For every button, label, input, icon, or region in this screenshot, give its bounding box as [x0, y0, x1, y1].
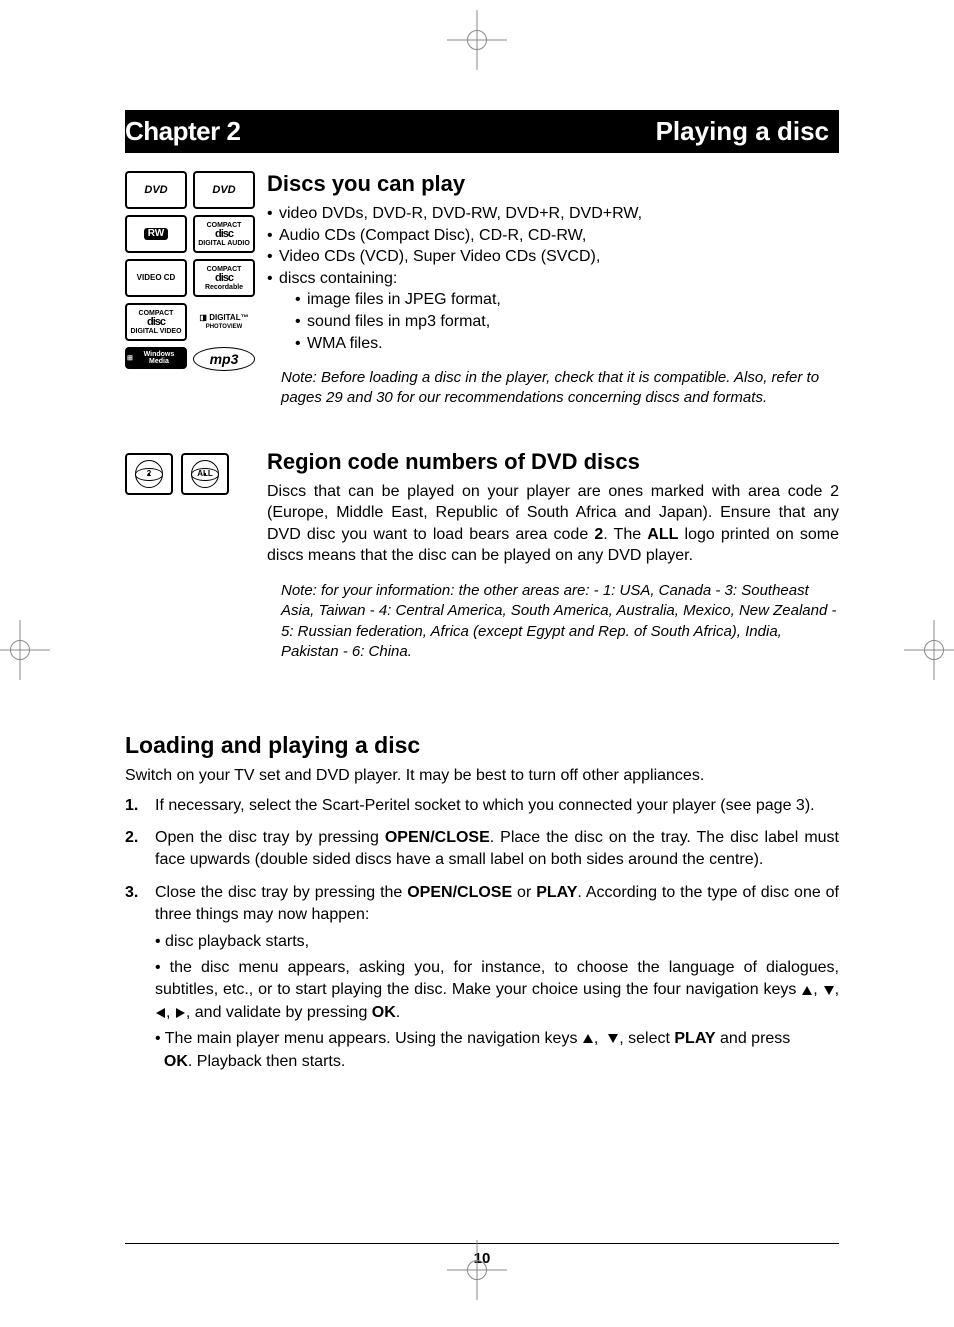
section3-intro: Switch on your TV set and DVD player. It…: [125, 765, 839, 787]
video-cd-icon: VIDEO CD: [125, 259, 187, 297]
arrow-right-icon: [176, 1008, 185, 1018]
arrow-up-icon: [802, 986, 812, 995]
step-2: Open the disc tray by pressing OPEN/CLOS…: [125, 827, 839, 872]
step-1: If necessary, select the Scart-Peritel s…: [125, 795, 839, 817]
section-loading-playing: Loading and playing a disc Switch on you…: [125, 732, 839, 1073]
format-icons-grid: DVD DVD RW COMPACTdiscDIGITAL AUDIO VIDE…: [125, 171, 255, 371]
dvd-r-icon: DVD: [193, 171, 255, 209]
arrow-down-icon: [824, 986, 834, 995]
region-icons: 2 ALL: [125, 453, 255, 495]
section2-body: Discs that can be played on your player …: [267, 481, 839, 567]
section1-body: •video DVDs, DVD-R, DVD-RW, DVD+R, DVD+R…: [267, 203, 839, 354]
dvd-video-icon: DVD: [125, 171, 187, 209]
arrow-up-icon: [583, 1034, 593, 1043]
arrow-left-icon: [156, 1008, 165, 1018]
compact-disc-recordable-icon: COMPACTdiscRecordable: [193, 259, 255, 297]
step-3: Close the disc tray by pressing the OPEN…: [125, 882, 839, 1073]
section1-note: Note: Before loading a disc in the playe…: [267, 368, 839, 409]
section-region-codes: 2 ALL Region code numbers of DVD discs D…: [125, 449, 839, 662]
dvd-rw-icon: RW: [125, 215, 187, 253]
section2-heading: Region code numbers of DVD discs: [267, 449, 839, 475]
chapter-label: Chapter 2: [125, 116, 240, 147]
region-all-icon: ALL: [181, 453, 229, 495]
arrow-down-icon: [608, 1034, 618, 1043]
digital-photoview-icon: ◨ DIGITAL™PHOTOVIEW: [193, 303, 255, 341]
section2-note: Note: for your information: the other ar…: [267, 581, 839, 662]
compact-disc-audio-icon: COMPACTdiscDIGITAL AUDIO: [193, 215, 255, 253]
steps-list: If necessary, select the Scart-Peritel s…: [125, 795, 839, 1073]
chapter-header: Chapter 2 Playing a disc: [125, 110, 839, 153]
section1-heading: Discs you can play: [267, 171, 839, 197]
windows-media-icon: ⊞ Windows Media: [125, 347, 187, 369]
section3-heading: Loading and playing a disc: [125, 732, 839, 759]
region-2-icon: 2: [125, 453, 173, 495]
page-title: Playing a disc: [656, 116, 829, 147]
compact-disc-video-icon: COMPACTdiscDIGITAL VIDEO: [125, 303, 187, 341]
mp3-icon: mp3: [193, 347, 255, 371]
section-discs-you-can-play: DVD DVD RW COMPACTdiscDIGITAL AUDIO VIDE…: [125, 171, 839, 409]
